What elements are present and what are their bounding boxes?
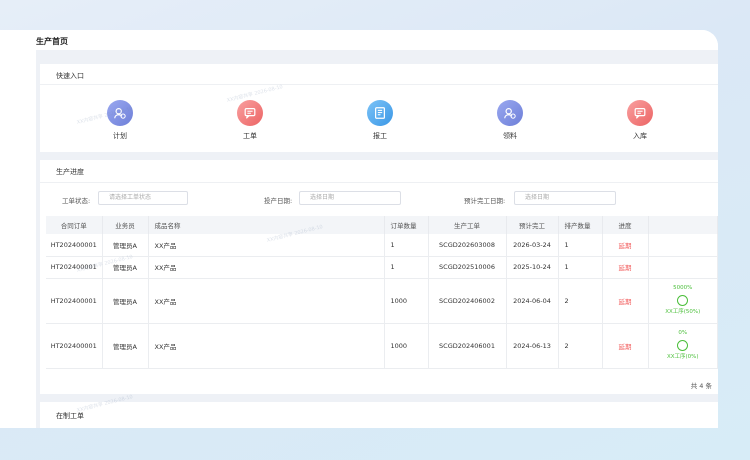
- quick-entry-storage[interactable]: 入库: [610, 100, 670, 141]
- wip-orders-card: 在制工单: [40, 402, 718, 428]
- cell-product: XX产品: [148, 256, 385, 279]
- quick-entry-material[interactable]: 领料: [480, 100, 540, 141]
- cell-qty: 1000: [384, 278, 429, 324]
- cell-qty: 1000: [384, 323, 429, 369]
- progress-percent: 0%: [678, 330, 688, 336]
- chat-storage-icon: [627, 100, 653, 126]
- report-doc-icon: [367, 100, 393, 126]
- table-row[interactable]: HT202400001 管理员A XX产品 1 SCGD202603008 20…: [46, 234, 718, 257]
- quick-entry-order[interactable]: 工单: [220, 100, 280, 141]
- cell-salesman: 管理员A: [102, 278, 149, 324]
- table-header-row: 合同订单 业务员 成品名称 订单数量 生产工单 预计完工 排产数量 进度: [46, 216, 718, 234]
- cell-finish: 2025-10-24: [506, 256, 559, 279]
- status-select[interactable]: 请选择工单状态: [98, 191, 188, 205]
- progress-ring-icon: [677, 340, 689, 351]
- column-header: 成品名称: [148, 216, 385, 234]
- quick-entry-title: 快速入口: [56, 72, 84, 80]
- page-title: 生产首页: [36, 37, 68, 46]
- column-header: 进度: [602, 216, 649, 234]
- cell-salesman: 管理员A: [102, 323, 149, 369]
- column-header: 预计完工: [506, 216, 559, 234]
- cell-product: XX产品: [148, 278, 385, 324]
- cell-progress: 0% XX工序(0%): [648, 323, 718, 369]
- column-header: 排产数量: [558, 216, 603, 234]
- cell-order: SCGD202406001: [428, 323, 507, 369]
- cell-product: XX产品: [148, 323, 385, 369]
- person-material-icon: [497, 100, 523, 126]
- cell-status: 延期: [602, 278, 649, 324]
- cell-progress: [648, 256, 718, 279]
- cell-finish: 2024-06-13: [506, 323, 559, 369]
- finish-date-picker[interactable]: 选择日期: [514, 191, 616, 205]
- table-row[interactable]: HT202400001 管理员A XX产品 1000 SCGD202406001…: [46, 323, 718, 369]
- cell-salesman: 管理员A: [102, 234, 149, 257]
- cell-contract: HT202400001: [46, 234, 103, 257]
- column-header: 合同订单: [46, 216, 103, 234]
- cell-status: 延期: [602, 256, 649, 279]
- column-header: 业务员: [102, 216, 149, 234]
- cell-finish: 2026-03-24: [506, 234, 559, 257]
- quick-entry-label: 入库: [633, 132, 647, 140]
- cell-sched: 2: [558, 278, 603, 324]
- production-progress-card: 生产进度 工单状态: 请选择工单状态 投产日期: 选择日期 预计完工日期: 选择…: [40, 160, 718, 394]
- cell-contract: HT202400001: [46, 278, 103, 324]
- dashboard-content: 快速入口 计划 工单 报工 领料 入库 生产进度 工单状态: 请选择工单状态 投…: [36, 50, 718, 428]
- progress-table: 合同订单 业务员 成品名称 订单数量 生产工单 预计完工 排产数量 进度 HT2…: [46, 216, 718, 369]
- table-row[interactable]: HT202400001 管理员A XX产品 1 SCGD202510006 20…: [46, 256, 718, 279]
- cell-order: SCGD202510006: [428, 256, 507, 279]
- cell-progress: [648, 234, 718, 257]
- progress-title: 生产进度: [56, 168, 84, 176]
- column-header: 订单数量: [384, 216, 429, 234]
- quick-entry-card: 快速入口 计划 工单 报工 领料 入库: [40, 64, 718, 152]
- cell-order: SCGD202603008: [428, 234, 507, 257]
- cell-qty: 1: [384, 256, 429, 279]
- cell-finish: 2024-06-04: [506, 278, 559, 324]
- progress-ring-icon: [677, 295, 689, 306]
- quick-entry-report[interactable]: 报工: [350, 100, 410, 141]
- column-header: [648, 216, 718, 234]
- divider: [40, 84, 718, 85]
- cell-status: 延期: [602, 323, 649, 369]
- cell-sched: 2: [558, 323, 603, 369]
- quick-entry-label: 计划: [113, 132, 127, 140]
- process-label: XX工序(50%): [665, 309, 701, 315]
- column-header: 生产工单: [428, 216, 507, 234]
- cell-order: SCGD202406002: [428, 278, 507, 324]
- status-filter-label: 工单状态:: [62, 197, 91, 205]
- start-date-picker[interactable]: 选择日期: [299, 191, 401, 205]
- table-row[interactable]: HT202400001 管理员A XX产品 1000 SCGD202406002…: [46, 278, 718, 324]
- quick-entry-label: 工单: [243, 132, 257, 140]
- quick-entry-label: 报工: [373, 132, 387, 140]
- process-label: XX工序(0%): [666, 354, 699, 360]
- cell-progress: 5000% XX工序(50%): [648, 278, 718, 324]
- cell-status: 延期: [602, 234, 649, 257]
- start-date-label: 投产日期:: [264, 197, 293, 205]
- quick-entry-label: 领料: [503, 132, 517, 140]
- window-header: [0, 30, 718, 50]
- progress-percent: 5000%: [673, 285, 693, 291]
- finish-date-label: 预计完工日期:: [464, 197, 506, 205]
- chat-order-icon: [237, 100, 263, 126]
- cell-contract: HT202400001: [46, 323, 103, 369]
- cell-qty: 1: [384, 234, 429, 257]
- divider: [40, 182, 718, 183]
- cell-sched: 1: [558, 234, 603, 257]
- total-count: 共 4 条: [690, 382, 712, 390]
- cell-sched: 1: [558, 256, 603, 279]
